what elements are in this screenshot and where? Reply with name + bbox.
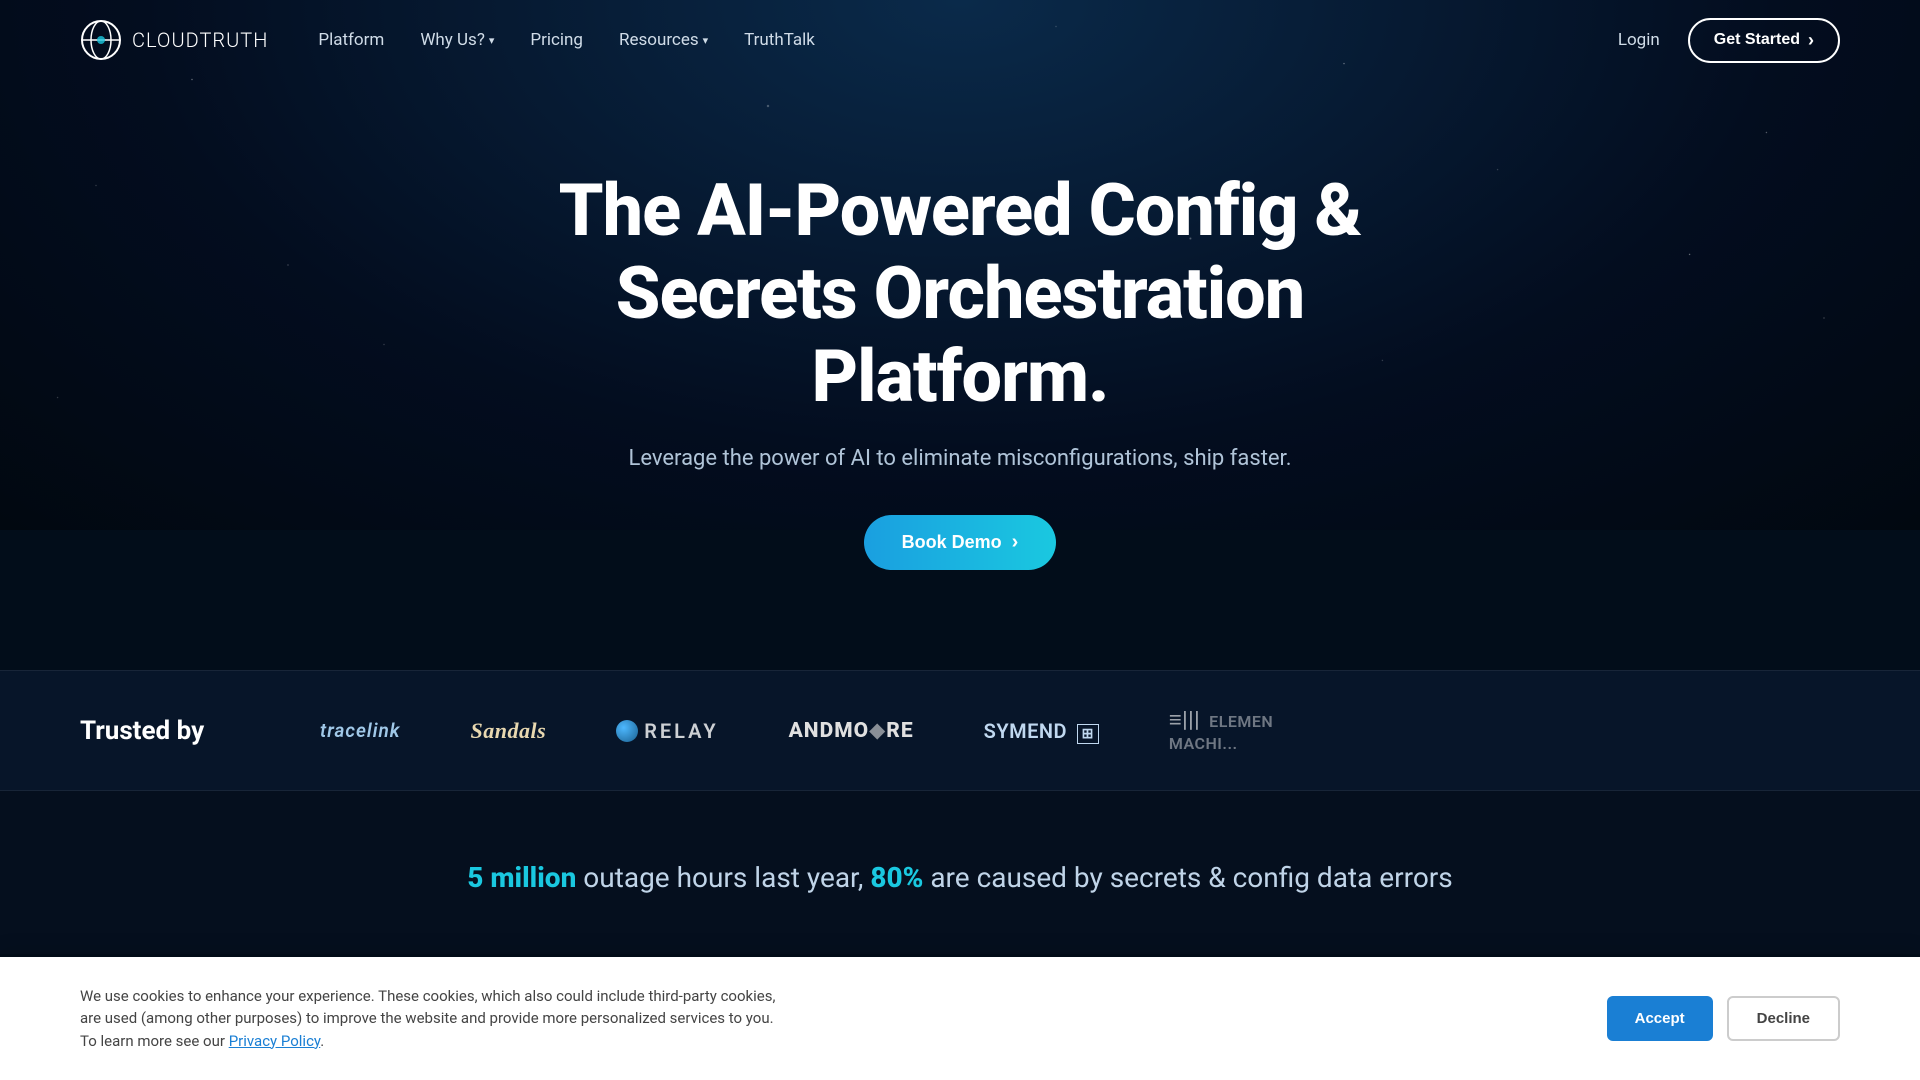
- nav-link-resources[interactable]: Resources ▾: [619, 30, 708, 50]
- nav-item-resources[interactable]: Resources ▾: [619, 30, 708, 50]
- hero-subheading: Leverage the power of AI to eliminate mi…: [20, 446, 1900, 471]
- cookie-banner: We use cookies to enhance your experienc…: [0, 957, 1920, 1080]
- logo-relay: RELAY: [616, 719, 718, 743]
- nav-link-platform[interactable]: Platform: [318, 30, 384, 50]
- login-link[interactable]: Login: [1618, 30, 1660, 50]
- hero-heading: The AI-Powered Config & Secrets Orchestr…: [510, 170, 1410, 418]
- stats-highlight-million: 5 million: [467, 861, 576, 894]
- get-started-arrow-icon: ›: [1808, 30, 1814, 51]
- get-started-button[interactable]: Get Started ›: [1688, 18, 1840, 63]
- relay-globe-icon: [616, 720, 638, 742]
- logo[interactable]: CLOUDTRUTH: [80, 19, 268, 61]
- logo-sandals: Sandals: [471, 718, 547, 744]
- trusted-by-band: Trusted by tracelink Sandals RELAY ANDMO…: [0, 670, 1920, 791]
- stats-text: 5 million outage hours last year, 80% ar…: [80, 861, 1840, 894]
- resources-dropdown-arrow: ▾: [703, 34, 709, 47]
- stats-text-1: outage hours last year,: [583, 861, 870, 894]
- privacy-policy-link[interactable]: Privacy Policy: [229, 1032, 321, 1050]
- logo-icon: [80, 19, 122, 61]
- nav-link-pricing[interactable]: Pricing: [530, 30, 583, 50]
- nav-item-whyus[interactable]: Why Us? ▾: [420, 30, 494, 50]
- nav-item-truthtalk[interactable]: TruthTalk: [744, 30, 815, 50]
- whyus-dropdown-arrow: ▾: [489, 34, 495, 47]
- nav-links: Platform Why Us? ▾ Pricing Resources ▾ T…: [318, 30, 815, 50]
- logo-tracelink: tracelink: [320, 719, 401, 742]
- cookie-message: We use cookies to enhance your experienc…: [80, 985, 780, 1053]
- nav-left: CLOUDTRUTH Platform Why Us? ▾ Pricing Re…: [80, 19, 815, 61]
- accept-button[interactable]: Accept: [1607, 996, 1713, 1041]
- book-demo-button[interactable]: Book Demo ›: [864, 515, 1057, 570]
- book-demo-arrow-icon: ›: [1012, 531, 1019, 554]
- nav-link-truthtalk[interactable]: TruthTalk: [744, 30, 815, 50]
- decline-button[interactable]: Decline: [1727, 996, 1840, 1041]
- logo-andmore: ANDMO◆RE: [789, 718, 914, 743]
- stats-text-2: are caused by secrets & config data erro…: [930, 861, 1452, 894]
- trusted-logos-row: tracelink Sandals RELAY ANDMO◆RE SYMEND …: [320, 707, 1840, 754]
- nav-right: Login Get Started ›: [1618, 18, 1840, 63]
- nav-link-whyus[interactable]: Why Us? ▾: [420, 30, 494, 50]
- logo-text: CLOUDTRUTH: [132, 28, 268, 52]
- trusted-by-label: Trusted by: [80, 716, 320, 746]
- stats-highlight-pct: 80%: [870, 861, 923, 894]
- cookie-buttons: Accept Decline: [1607, 996, 1840, 1041]
- stats-section: 5 million outage hours last year, 80% ar…: [0, 791, 1920, 954]
- nav-item-platform[interactable]: Platform: [318, 30, 384, 50]
- hero-section: The AI-Powered Config & Secrets Orchestr…: [0, 80, 1920, 670]
- logo-elementmachine: ≡||| ELEMENMACHI...: [1169, 707, 1273, 754]
- logo-symend: SYMEND ⊞: [984, 719, 1099, 743]
- nav-item-pricing[interactable]: Pricing: [530, 30, 583, 50]
- navbar: CLOUDTRUTH Platform Why Us? ▾ Pricing Re…: [0, 0, 1920, 80]
